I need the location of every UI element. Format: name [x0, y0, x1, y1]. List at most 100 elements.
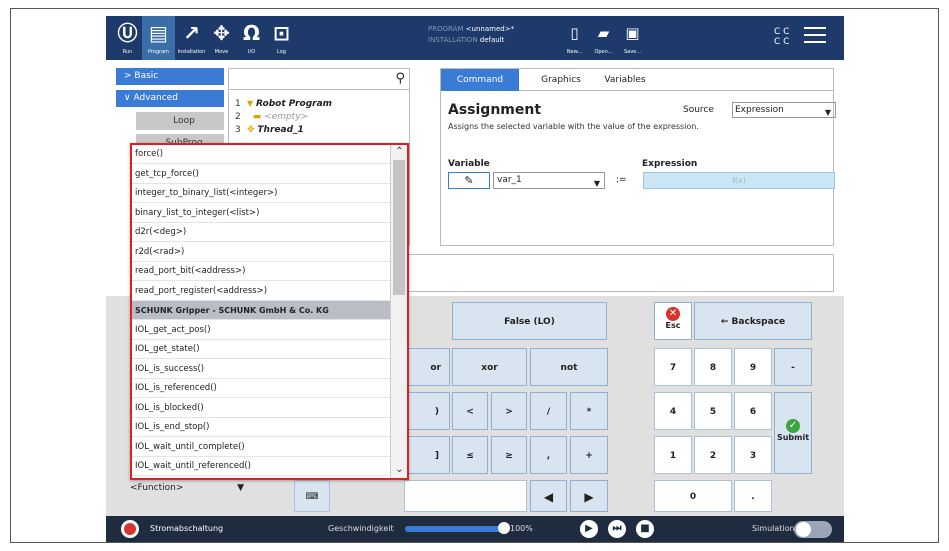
- dropdown-item[interactable]: read_port_register(<address>): [132, 282, 390, 301]
- scroll-up-icon[interactable]: ⌃: [391, 145, 408, 159]
- submit-button[interactable]: ✓ Submit: [774, 392, 812, 474]
- power-off-button[interactable]: [121, 520, 139, 538]
- tree-item-thread[interactable]: 3 ✥ Thread_1: [235, 124, 304, 136]
- le-button[interactable]: ≤: [452, 436, 488, 474]
- tab-graphics[interactable]: Graphics: [531, 69, 591, 91]
- key-6[interactable]: 6: [734, 392, 772, 430]
- expression-editor-line[interactable]: [399, 254, 834, 292]
- dropdown-item[interactable]: read_port_bit(<address>): [132, 262, 390, 281]
- multiply-button[interactable]: *: [570, 392, 608, 430]
- key-3[interactable]: 3: [734, 436, 772, 474]
- dropdown-item[interactable]: r2d(<rad>): [132, 243, 390, 262]
- dropdown-item[interactable]: IOL_is_success(): [132, 360, 390, 379]
- tree-item-robot-program[interactable]: 1 ▼ Robot Program: [235, 98, 332, 110]
- dropdown-item[interactable]: SCHUNK Gripper - SCHUNK GmbH & Co. KG: [132, 301, 390, 320]
- stop-icon: ■: [640, 523, 650, 534]
- false-lo-button[interactable]: False (LO): [452, 302, 607, 340]
- installation-info-label: INSTALLATION: [428, 36, 478, 44]
- command-panel: Command Graphics Variables Assignment As…: [440, 68, 836, 246]
- lt-button[interactable]: <: [452, 392, 488, 430]
- dropdown-item[interactable]: force(): [132, 145, 390, 164]
- dropdown-item[interactable]: IOL_wait_until_referenced(): [132, 457, 390, 476]
- speed-slider-knob[interactable]: [498, 522, 510, 534]
- dropdown-item[interactable]: IOL_get_act_pos(): [132, 321, 390, 340]
- dropdown-scrollbar[interactable]: ⌃ ⌄: [390, 145, 407, 478]
- tree-item-label: <empty>: [264, 112, 309, 122]
- backspace-button[interactable]: ← Backspace: [694, 302, 812, 340]
- chevron-down-icon: ▼: [237, 483, 244, 493]
- edit-variable-button[interactable]: ✎: [448, 172, 490, 189]
- key-7[interactable]: 7: [654, 348, 692, 386]
- tree-item-empty[interactable]: 2 ▬ <empty>: [235, 111, 308, 123]
- expression-field[interactable]: f(x): [643, 172, 835, 189]
- dropdown-item[interactable]: IOL_get_state(): [132, 340, 390, 359]
- stop-button[interactable]: ■: [636, 520, 654, 538]
- dropdown-item[interactable]: IOL_is_end_stop(): [132, 418, 390, 437]
- move-tab[interactable]: ✥ Move: [208, 16, 235, 60]
- function-key[interactable]: ⌨: [294, 480, 330, 512]
- function-dropdown[interactable]: <Function> ▼: [130, 480, 250, 496]
- dropdown-item[interactable]: IOL_is_blocked(): [132, 399, 390, 418]
- speed-value: 100%: [510, 524, 533, 533]
- or-button[interactable]: or: [406, 348, 450, 386]
- esc-button[interactable]: ✕ Esc: [654, 302, 692, 340]
- key-1[interactable]: 1: [654, 436, 692, 474]
- sidebar-item-basic[interactable]: > Basic: [116, 68, 224, 85]
- key-0[interactable]: 0: [654, 480, 732, 512]
- comma-button[interactable]: ,: [530, 436, 567, 474]
- scroll-down-icon[interactable]: ⌄: [391, 463, 408, 477]
- ge-button[interactable]: ≥: [491, 436, 527, 474]
- source-label: Source: [683, 105, 714, 115]
- dropdown-item[interactable]: IOL_is_referenced(): [132, 379, 390, 398]
- save-icon: ▣: [625, 24, 640, 42]
- keyboard-icon: ⌨: [305, 492, 319, 502]
- dropdown-item[interactable]: binary_list_to_integer(<list>): [132, 204, 390, 223]
- slash-button[interactable]: /: [530, 392, 567, 430]
- expression-input[interactable]: [404, 480, 527, 512]
- key-8[interactable]: 8: [694, 348, 732, 386]
- dropdown-item[interactable]: d2r(<deg>): [132, 223, 390, 242]
- minus-button[interactable]: -: [774, 348, 812, 386]
- scrollbar-thumb[interactable]: [393, 160, 405, 295]
- dropdown-item[interactable]: IOL_wait_until_complete(): [132, 438, 390, 457]
- tab-command[interactable]: Command: [441, 69, 519, 91]
- xor-button[interactable]: xor: [452, 348, 527, 386]
- source-dropdown[interactable]: Expression ▼: [732, 102, 836, 118]
- tab-variables[interactable]: Variables: [595, 69, 655, 91]
- log-tab[interactable]: ⊡ Log: [268, 16, 295, 60]
- key-2[interactable]: 2: [694, 436, 732, 474]
- power-off-label: Stromabschaltung: [150, 524, 224, 533]
- play-button[interactable]: ▶: [580, 520, 598, 538]
- not-button[interactable]: not: [530, 348, 608, 386]
- rparen-button[interactable]: ): [406, 392, 450, 430]
- dropdown-item[interactable]: integer_to_binary_list(<integer>): [132, 184, 390, 203]
- sidebar-item-loop[interactable]: Loop: [136, 112, 224, 130]
- sidebar-item-advanced[interactable]: ∨ Advanced: [116, 90, 224, 107]
- key-4[interactable]: 4: [654, 392, 692, 430]
- step-button[interactable]: ⏭: [608, 520, 626, 538]
- tree-line-number: 2: [235, 112, 241, 122]
- key-5[interactable]: 5: [694, 392, 732, 430]
- key-9[interactable]: 9: [734, 348, 772, 386]
- decimal-button[interactable]: .: [734, 480, 772, 512]
- cursor-right-button[interactable]: ▶: [570, 480, 608, 512]
- search-icon[interactable]: ⚲: [395, 71, 405, 86]
- io-tab[interactable]: Ω I/O: [238, 16, 265, 60]
- gt-button[interactable]: >: [491, 392, 527, 430]
- rbracket-button[interactable]: ]: [406, 436, 450, 474]
- dropdown-item[interactable]: get_tcp_force(): [132, 165, 390, 184]
- program-tab[interactable]: ▤ Program: [142, 16, 175, 60]
- save-button[interactable]: ▣ Save...: [619, 16, 646, 60]
- variable-dropdown[interactable]: var_1 ▼: [493, 172, 605, 189]
- cursor-left-button[interactable]: ◀: [530, 480, 567, 512]
- hamburger-menu-icon[interactable]: [804, 27, 826, 47]
- assign-symbol: :=: [616, 175, 627, 185]
- plus-button[interactable]: +: [570, 436, 608, 474]
- program-info: PROGRAM <unnamed>* INSTALLATION default: [428, 24, 514, 46]
- speed-slider[interactable]: [405, 526, 502, 532]
- new-file-icon: ▯: [570, 24, 579, 42]
- simulation-toggle[interactable]: [794, 521, 832, 538]
- tree-search-bar[interactable]: ⚲: [229, 69, 409, 90]
- installation-tab[interactable]: ↗ Installation: [178, 16, 206, 60]
- chevron-down-icon: ▼: [593, 179, 600, 188]
